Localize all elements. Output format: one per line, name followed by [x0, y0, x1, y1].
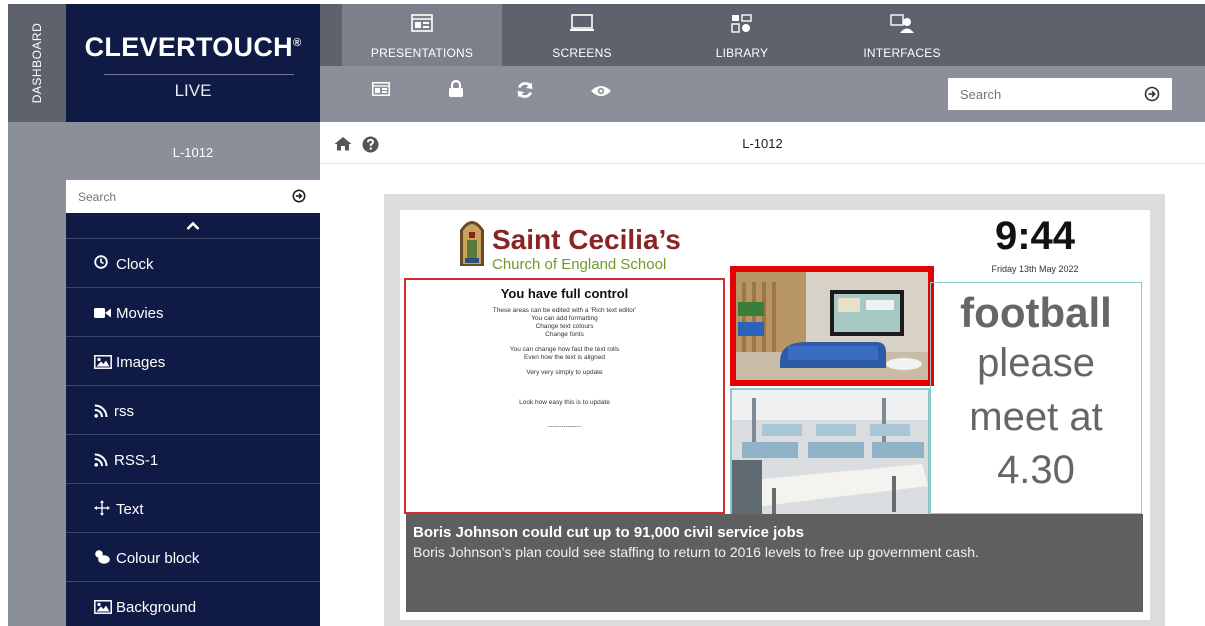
widget-item-movies[interactable]: Movies — [66, 287, 320, 336]
widget-item-label: RSS-1 — [114, 452, 159, 469]
home-icon[interactable] — [334, 136, 352, 156]
text-line: Look how easy this is to update — [519, 399, 610, 406]
dashboard-button[interactable]: DASHBOARD — [8, 4, 66, 122]
text-line: Very very simply to update — [526, 369, 603, 376]
notice-zone[interactable]: football please meet at 4.30 — [930, 282, 1142, 514]
panel-title: L-1012 — [66, 122, 320, 180]
clock-date: Friday 13th May 2022 — [991, 264, 1079, 274]
widget-item-colour-block[interactable]: Colour block — [66, 532, 320, 581]
help-icon[interactable] — [362, 136, 379, 158]
school-logo[interactable]: Saint Cecilia’s Church of England School — [458, 218, 688, 273]
widget-item-label: Images — [116, 354, 166, 371]
tab-interfaces-label: INTERFACES — [863, 46, 941, 60]
breadcrumb-bar: L-1012 — [320, 122, 1205, 164]
move-icon — [94, 500, 110, 520]
text-line: Even how the text is aligned — [524, 354, 605, 361]
rss-icon — [94, 404, 108, 422]
widget-item-rss-1[interactable]: RSS-1 — [66, 434, 320, 483]
text-line: Change fonts — [545, 331, 584, 338]
search-go-icon[interactable] — [1144, 86, 1160, 107]
toolbar-search-box[interactable] — [948, 78, 1172, 110]
rich-text-zone[interactable]: You have full control These areas can be… — [404, 278, 725, 514]
panel-search-box[interactable] — [66, 180, 320, 213]
widget-item-label: Movies — [116, 305, 164, 322]
screen-icon — [570, 14, 594, 37]
app-window: DASHBOARD CLEVERTOUCH® LIVE PRESENTATION… — [0, 0, 1205, 626]
toolbar-search-input[interactable] — [960, 84, 1130, 104]
notice-line: please — [977, 341, 1095, 385]
tab-interfaces[interactable]: INTERFACES — [822, 4, 982, 66]
chevron-up-icon — [186, 221, 200, 230]
page-title: L-1012 — [742, 136, 783, 151]
tab-library-label: LIBRARY — [715, 46, 769, 60]
image-icon — [94, 600, 112, 618]
widget-item-label: Colour block — [116, 550, 200, 567]
text-line: --------------- — [548, 423, 581, 430]
paint-icon — [94, 550, 110, 568]
rss-ticker-zone[interactable]: Boris Johnson could cut up to 91,000 civ… — [406, 514, 1143, 612]
brand-divider — [104, 74, 294, 75]
scroll-up-button[interactable] — [66, 213, 320, 238]
tab-library[interactable]: LIBRARY — [662, 4, 822, 66]
presentation-slide[interactable]: Saint Cecilia’s Church of England School… — [400, 210, 1150, 620]
notice-line: 4.30 — [997, 448, 1075, 492]
library-icon — [731, 14, 753, 39]
text-line: These areas can be edited with a 'Rich t… — [492, 307, 637, 314]
widget-item-label: Background — [116, 599, 197, 616]
eye-icon[interactable] — [590, 84, 612, 103]
widget-item-label: Text — [116, 501, 144, 518]
panel-search-input[interactable] — [78, 188, 268, 206]
tab-screens[interactable]: SCREENS — [502, 4, 662, 66]
brand-logo-panel: CLEVERTOUCH® LIVE — [66, 4, 320, 122]
ticker-body: Boris Johnson's plan could see staffing … — [413, 544, 979, 560]
school-name: Saint Cecilia’s — [492, 224, 681, 255]
layout-icon[interactable] — [372, 82, 390, 101]
lock-icon[interactable] — [448, 79, 464, 103]
tab-presentations[interactable]: PRESENTATIONS — [342, 4, 502, 66]
widget-item-clock[interactable]: Clock — [66, 238, 320, 287]
dashboard-label: DASHBOARD — [30, 22, 44, 104]
widget-item-images[interactable]: Images — [66, 336, 320, 385]
clock-time[interactable]: 9:44 — [980, 214, 1090, 259]
tab-presentations-label: PRESENTATIONS — [370, 46, 474, 60]
rss-icon — [94, 453, 108, 471]
presentation-icon — [411, 14, 433, 37]
toolbar — [320, 66, 1205, 122]
tab-screens-label: SCREENS — [552, 46, 612, 60]
brand-subtitle: LIVE — [174, 81, 212, 100]
clock-icon — [94, 255, 108, 273]
search-go-icon[interactable] — [292, 189, 306, 208]
text-heading: You have full control — [500, 286, 629, 301]
widget-item-text[interactable]: Text — [66, 483, 320, 532]
text-line: Change text colours — [535, 323, 594, 330]
interfaces-icon — [890, 14, 914, 39]
brand-logo: CLEVERTOUCH® — [84, 32, 302, 62]
text-line: You can add formatting — [531, 315, 598, 322]
notice-line: meet at — [969, 395, 1103, 439]
widget-panel: L-1012 Clock Movies Images rss R — [66, 122, 320, 626]
image-icon — [94, 355, 112, 373]
notice-line: football — [960, 289, 1112, 336]
widget-item-label: rss — [114, 403, 134, 420]
video-camera-icon — [94, 306, 112, 323]
widget-item-label: Clock — [116, 256, 154, 273]
text-line: You can change how fast the text rolls — [509, 346, 620, 353]
office-image[interactable] — [730, 388, 930, 518]
widget-item-background[interactable]: Background — [66, 581, 320, 626]
widget-item-rss[interactable]: rss — [66, 385, 320, 434]
ticker-headline: Boris Johnson could cut up to 91,000 civ… — [413, 524, 804, 541]
dashboard-strip[interactable]: DASHBOARD — [8, 4, 66, 626]
lounge-image[interactable] — [730, 266, 934, 386]
refresh-icon[interactable] — [516, 81, 534, 104]
school-subtitle: Church of England School — [492, 256, 667, 273]
stained-glass-icon — [460, 221, 484, 266]
top-navigation: PRESENTATIONS SCREENS LIBRARY INTERFACES — [320, 4, 1205, 66]
